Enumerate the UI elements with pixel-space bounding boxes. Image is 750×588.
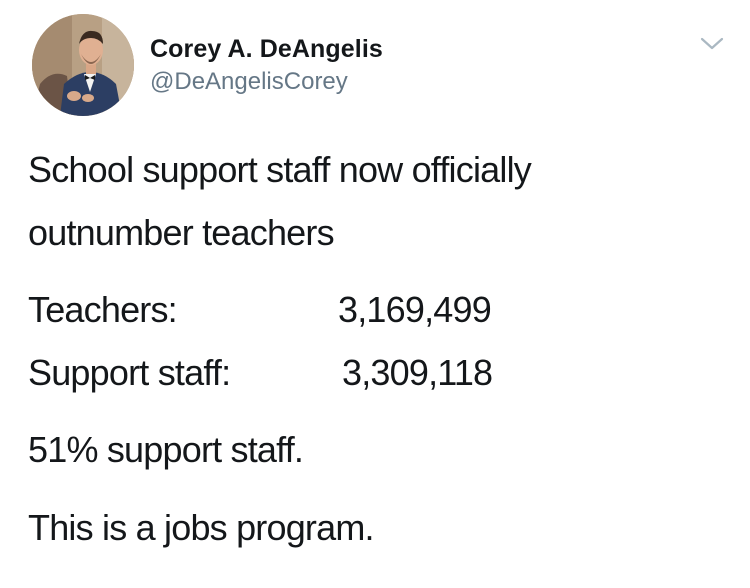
tweet-line-3: 51% support staff. [28, 429, 304, 470]
avatar[interactable] [32, 14, 134, 116]
avatar-photo [32, 14, 134, 116]
tweet-header: Corey A. DeAngelis @DeAngelisCorey [32, 14, 732, 116]
tweet-line-2: outnumber teachers [28, 212, 335, 253]
tweet-line-4: This is a jobs program. [28, 507, 375, 548]
author-display-name[interactable]: Corey A. DeAngelis [150, 34, 383, 64]
chevron-down-icon[interactable] [700, 36, 724, 52]
stat-row-teachers: Teachers: 3,169,499 [28, 290, 628, 330]
tweet-line-1: School support staff now officially [28, 149, 532, 190]
author-handle[interactable]: @DeAngelisCorey [150, 67, 383, 97]
stat-value: 3,309,118 [342, 352, 493, 393]
tweet-card: Corey A. DeAngelis @DeAngelisCorey Schoo… [0, 0, 750, 588]
stat-label: Teachers: [28, 289, 178, 330]
stat-value: 3,169,499 [338, 289, 492, 330]
stat-row-support-staff: Support staff: 3,309,118 [28, 353, 628, 393]
stat-label: Support staff: [28, 352, 231, 393]
author-names: Corey A. DeAngelis @DeAngelisCorey [150, 34, 383, 97]
